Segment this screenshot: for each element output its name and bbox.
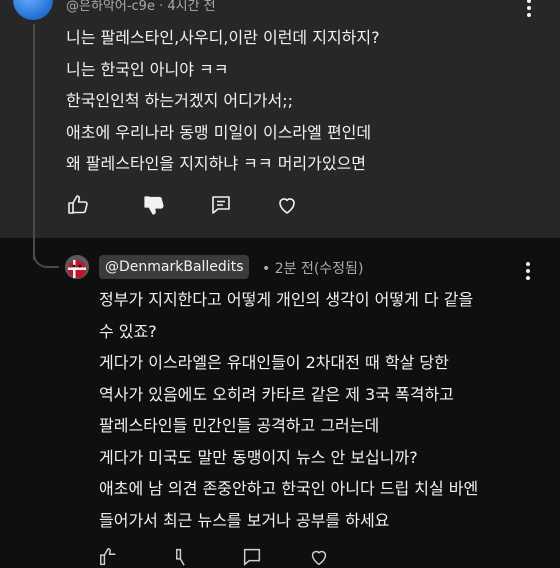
reply-line: 게다가 미국도 말만 동맹이지 뉴스 안 보십니까? <box>99 447 418 467</box>
reply-author-handle[interactable]: @DenmarkBalledits <box>99 255 250 279</box>
reply-time[interactable]: 2분 전(수정됨) <box>275 261 364 277</box>
more-vert-icon[interactable] <box>519 0 539 20</box>
thread-elbow <box>33 240 59 268</box>
comment-author-handle[interactable]: @은하악어-c9e <box>66 0 155 14</box>
thumbs-up-icon[interactable] <box>98 546 120 568</box>
thumbs-up-icon[interactable] <box>64 191 92 219</box>
heart-icon[interactable] <box>308 546 330 568</box>
reply-line: 들어가서 최근 뉴스를 보거나 공부를 하세요 <box>99 510 390 530</box>
reply-meta: • 2분 전(수정됨) <box>262 258 363 278</box>
thumbs-down-icon[interactable] <box>174 546 196 568</box>
more-vert-icon[interactable] <box>518 259 538 283</box>
avatar[interactable] <box>13 0 53 20</box>
comment-line: 애초에 우리나라 동맹 미일이 이스라엘 편인데 <box>66 122 372 142</box>
reply-line: 정부가 지지한다고 어떻게 개인의 생각이 어떻게 다 같을 <box>99 290 474 309</box>
reply-comment-icon[interactable] <box>241 546 263 568</box>
comment-line: 니는 한국인 아니야 ㅋㅋ <box>66 59 229 79</box>
reply-comment-icon[interactable] <box>207 191 235 219</box>
reply-line: 게다가 이스라엘은 유대인들이 2차대전 때 학살 당한 <box>99 353 449 372</box>
comment-line: 니는 팔레스타인,사우디,이란 이런데 지지하지? <box>66 28 380 47</box>
meta-separator: • <box>262 261 275 277</box>
reply-line: 애초에 남 의견 존중안하고 한국인 아니다 드립 치실 바엔 <box>99 479 479 498</box>
thread-line <box>33 24 35 260</box>
reply-line: 수 있죠? <box>99 321 157 341</box>
comment-line: 왜 팔레스타인을 지지하냐 ㅋㅋ 머리가있으면 <box>66 154 367 173</box>
comment-text: 니는 팔레스타인,사우디,이란 이런데 지지하지? 니는 한국인 아니야 ㅋㅋ … <box>66 22 536 180</box>
comment-meta: @은하악어-c9e · 4시간 전 <box>66 0 216 14</box>
avatar[interactable] <box>65 255 89 279</box>
heart-icon[interactable] <box>273 191 301 219</box>
comment-time[interactable]: 4시간 전 <box>167 0 215 14</box>
reply-line: 팔레스타인들 민간인들 공격하고 그러는데 <box>99 416 380 435</box>
reply-text: 정부가 지지한다고 어떻게 개인의 생각이 어떻게 다 같을 수 있죠? 게다가… <box>99 284 539 536</box>
top-comment: @은하악어-c9e · 4시간 전 니는 팔레스타인,사우디,이란 이런데 지지… <box>0 0 560 260</box>
comment-line: 한국인인척 하는거겠지 어디가서;; <box>66 91 294 110</box>
reply-line: 역사가 있음에도 오히려 카타르 같은 제 3국 폭격하고 <box>99 384 454 404</box>
thumbs-down-icon[interactable] <box>140 191 168 219</box>
